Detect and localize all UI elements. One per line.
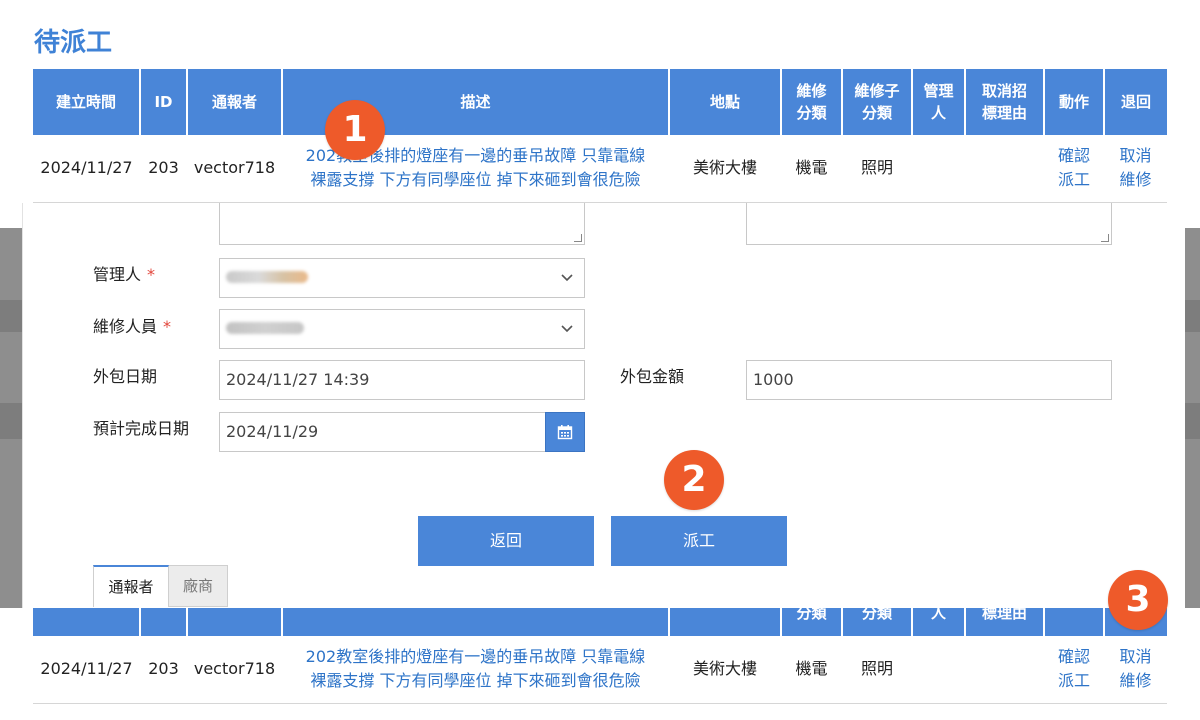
table-header-row: 建立時間 ID 通報者 描述 地點 維修 分類 維修子 分類 管理人 取消招 標理由 … (33, 69, 1167, 135)
dispatch-modal: 管理人 * 維修人員 * 外包日期 2024/11/27 14:39 外包金額 10… (22, 203, 1185, 608)
cell-category: 機電 (781, 135, 842, 203)
outsource-date-input[interactable]: 2024/11/27 14:39 (219, 360, 585, 400)
back-button[interactable]: 返回 (418, 516, 594, 566)
tab-reporter[interactable]: 通報者 (93, 565, 169, 607)
manager-select[interactable] (219, 258, 585, 298)
page-title: 待派工 (34, 28, 113, 58)
cell-category: 機電 (781, 636, 842, 704)
cell-subcategory: 照明 (842, 135, 912, 203)
technician-label: 維修人員 * (93, 317, 172, 336)
cell-reporter: vector718 (187, 135, 282, 203)
description-link[interactable]: 202教室後排的燈座有一邊的垂吊故障 只靠電線 裸露支撐 下方有同學座位 掉下來砸… (282, 636, 669, 704)
table-row: 2024/11/27 203 vector718 202教室後排的燈座有一邊的垂… (33, 636, 1167, 704)
dispatch-table: 建立時間 ID 通報者 描述 地點 維修 分類 維修子 分類 管理人 取消招 標理由 … (33, 69, 1167, 203)
manager-label: 管理人 * (93, 265, 156, 284)
header-manager: 管理人 (912, 69, 966, 135)
header-reporter: 通報者 (187, 69, 283, 135)
cell-id: 203 (140, 636, 187, 704)
header-location: 地點 (669, 69, 782, 135)
cell-id: 203 (140, 135, 187, 203)
outsource-amount-label: 外包金額 (620, 367, 685, 386)
cell-created: 2024/11/27 (33, 636, 140, 704)
callout-badge-2: 2 (664, 450, 724, 510)
cell-reporter: vector718 (187, 636, 282, 704)
chevron-down-icon (561, 274, 573, 282)
outsource-amount-input[interactable]: 1000 (746, 360, 1112, 400)
callout-badge-3: 3 (1108, 570, 1168, 630)
expected-date-label: 預計完成日期 (93, 419, 190, 438)
chevron-down-icon (561, 325, 573, 333)
table-row: 2024/11/27 203 vector718 202教室後排的燈座有一邊的垂… (33, 135, 1167, 203)
calendar-icon (557, 425, 573, 440)
cell-cancel-reason (965, 636, 1044, 704)
manager-value-redacted (226, 271, 308, 283)
resize-handle-icon[interactable] (574, 234, 582, 242)
cell-manager (912, 135, 965, 203)
cell-created: 2024/11/27 (33, 135, 140, 203)
header-subcategory: 維修子 分類 (842, 69, 913, 135)
cancel-repair-link[interactable]: 取消 維修 (1104, 636, 1167, 704)
cancel-repair-link[interactable]: 取消 維修 (1104, 135, 1167, 203)
callout-badge-1: 1 (325, 100, 385, 160)
header-created: 建立時間 (33, 69, 141, 135)
resize-handle-icon[interactable] (1101, 234, 1109, 242)
dispatch-button[interactable]: 派工 (611, 516, 787, 566)
reporter-vendor-tabs: 通報者 廠商 (93, 565, 228, 607)
header-action: 動作 (1044, 69, 1105, 135)
notes-textarea-left[interactable] (219, 203, 585, 245)
expected-date-input[interactable]: 2024/11/29 (219, 412, 546, 452)
modal-backdrop-left (0, 228, 22, 608)
modal-backdrop-right (1185, 228, 1200, 608)
calendar-button[interactable] (545, 412, 585, 452)
confirm-dispatch-link[interactable]: 確認 派工 (1044, 135, 1104, 203)
header-cancel-reason: 取消招 標理由 (965, 69, 1045, 135)
confirm-dispatch-link[interactable]: 確認 派工 (1044, 636, 1104, 704)
notes-textarea-right[interactable] (746, 203, 1112, 245)
cell-manager (912, 636, 965, 704)
outsource-date-label: 外包日期 (93, 367, 158, 386)
header-return: 退回 (1104, 69, 1167, 135)
cell-subcategory: 照明 (842, 636, 912, 704)
header-category: 維修 分類 (781, 69, 843, 135)
cell-location: 美術大樓 (669, 636, 781, 704)
header-id: ID (140, 69, 188, 135)
tab-vendor[interactable]: 廠商 (169, 565, 228, 607)
cell-cancel-reason (965, 135, 1044, 203)
cell-location: 美術大樓 (669, 135, 781, 203)
technician-select[interactable] (219, 309, 585, 349)
technician-value-redacted (226, 322, 304, 334)
